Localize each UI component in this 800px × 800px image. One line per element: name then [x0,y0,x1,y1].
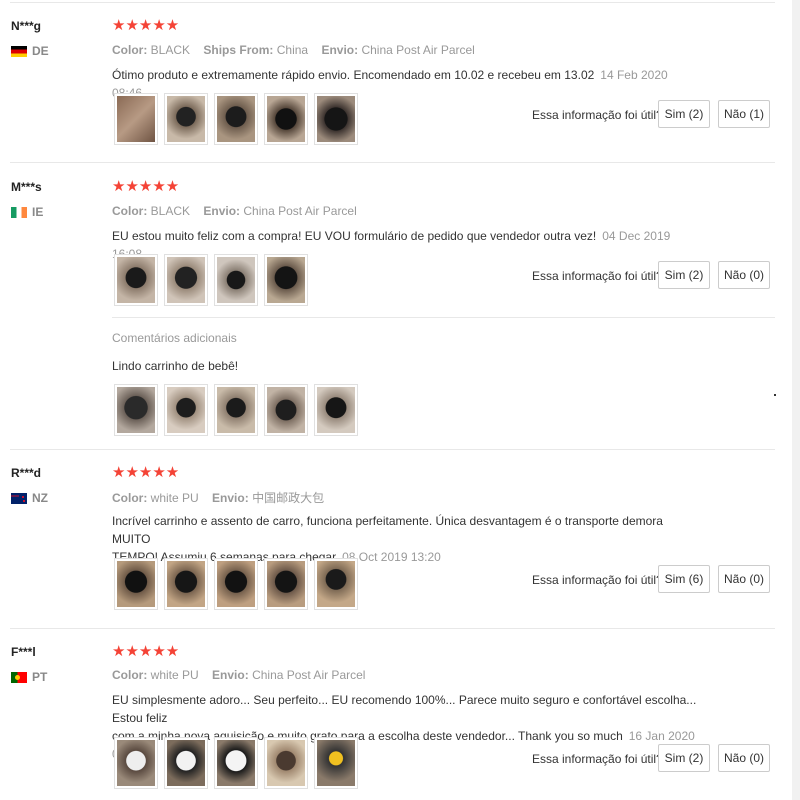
envio-label: Envio: [212,668,249,682]
color-label: Color: [112,43,148,57]
additional-comments-title: Comentários adicionais [112,331,237,345]
reviewer-country: IE [11,205,43,219]
review-photo[interactable] [214,558,258,610]
country-code: IE [32,205,44,219]
reviewer-country: DE [11,44,49,58]
review-photo[interactable] [264,558,308,610]
review-photo[interactable] [164,384,208,436]
review-meta: Color: BLACK Ships From: China Envio: Ch… [112,43,475,57]
reviewer-name: M***s [11,180,42,194]
helpful-yes-button[interactable]: Sim (6) [658,565,710,593]
envio-label: Envio: [321,43,359,57]
flag-nz-icon [11,492,27,504]
review-photo[interactable] [264,254,308,306]
review-photo[interactable] [214,254,258,306]
review-photo[interactable] [314,93,358,145]
review-body: Ótimo produto e extremamente rápido envi… [112,68,595,82]
ships-from-label: Ships From: [203,43,274,57]
color-value: BLACK [150,204,191,218]
review-photo[interactable] [214,737,258,789]
helpful-question: Essa informação foi útil? [532,269,663,283]
star-rating: ★★★★★ [112,643,180,660]
review-meta: Color: white PU Envio: 中国邮政大包 [112,489,324,506]
review-photo[interactable] [114,384,158,436]
helpful-yes-button[interactable]: Sim (2) [658,261,710,289]
color-label: Color: [112,491,148,505]
review-photo[interactable] [314,384,358,436]
review-meta: Color: white PU Envio: China Post Air Pa… [112,668,365,682]
helpful-no-button[interactable]: Não (0) [718,261,770,289]
review-photo[interactable] [314,558,358,610]
helpful-question: Essa informação foi útil? [532,108,663,122]
additional-divider [112,317,775,318]
review-photo[interactable] [214,384,258,436]
color-value: white PU [150,491,199,505]
review-photo[interactable] [164,558,208,610]
review-body-line1: EU simplesmente adoro... Seu perfeito...… [112,693,697,725]
review-body-line1: Incrível carrinho e assento de carro, fu… [112,514,663,546]
reviewer-name: N***g [11,19,42,33]
envio-value: China Post Air Parcel [252,668,366,682]
review-photo[interactable] [264,737,308,789]
top-divider [10,2,775,3]
helpful-no-button[interactable]: Não (0) [718,565,770,593]
additional-photos [114,384,364,436]
helpful-yes-button[interactable]: Sim (2) [658,744,710,772]
envio-label: Envio: [203,204,241,218]
envio-value: China Post Air Parcel [361,43,475,57]
envio-label: Envio: [212,491,249,505]
helpful-question: Essa informação foi útil? [532,573,663,587]
helpful-question: Essa informação foi útil? [532,752,663,766]
color-value: white PU [150,668,199,682]
review-photo[interactable] [114,737,158,789]
review-photos [114,254,314,306]
review-photo[interactable] [164,254,208,306]
flag-de-icon [11,45,27,57]
review-divider [10,628,775,629]
review-photo[interactable] [164,737,208,789]
review-divider [10,449,775,450]
envio-value: 中国邮政大包 [252,491,325,505]
review-photo[interactable] [114,254,158,306]
flag-ie-icon [11,206,27,218]
review-photo[interactable] [314,737,358,789]
star-rating: ★★★★★ [112,178,180,195]
scrollbar-track[interactable] [792,0,800,800]
review-photos [114,558,364,610]
helpful-yes-button[interactable]: Sim (2) [658,100,710,128]
star-rating: ★★★★★ [112,17,180,34]
review-photo[interactable] [164,93,208,145]
review-photo[interactable] [114,93,158,145]
helpful-no-button[interactable]: Não (1) [718,100,770,128]
envio-value: China Post Air Parcel [243,204,357,218]
reviewer-country: NZ [11,491,48,505]
country-code: NZ [32,491,48,505]
reviewer-country: PT [11,670,47,684]
country-code: DE [32,44,49,58]
review-divider [10,162,775,163]
flag-pt-icon [11,671,27,683]
star-rating: ★★★★★ [112,464,180,481]
review-body: EU estou muito feliz com a compra! EU VO… [112,229,597,243]
review-photos [114,737,364,789]
review-photo[interactable] [114,558,158,610]
review-photo[interactable] [264,384,308,436]
stray-dot [774,394,776,396]
reviewer-name: R***d [11,466,42,480]
color-value: BLACK [150,43,191,57]
color-label: Color: [112,204,148,218]
review-meta: Color: BLACK Envio: China Post Air Parce… [112,204,357,218]
review-photos [114,93,364,145]
review-photo[interactable] [264,93,308,145]
review-photo[interactable] [214,93,258,145]
country-code: PT [32,670,48,684]
additional-comment-text: Lindo carrinho de bebê! [112,359,239,373]
color-label: Color: [112,668,148,682]
helpful-no-button[interactable]: Não (0) [718,744,770,772]
reviewer-name: F***l [11,645,36,659]
ships-from-value: China [276,43,309,57]
